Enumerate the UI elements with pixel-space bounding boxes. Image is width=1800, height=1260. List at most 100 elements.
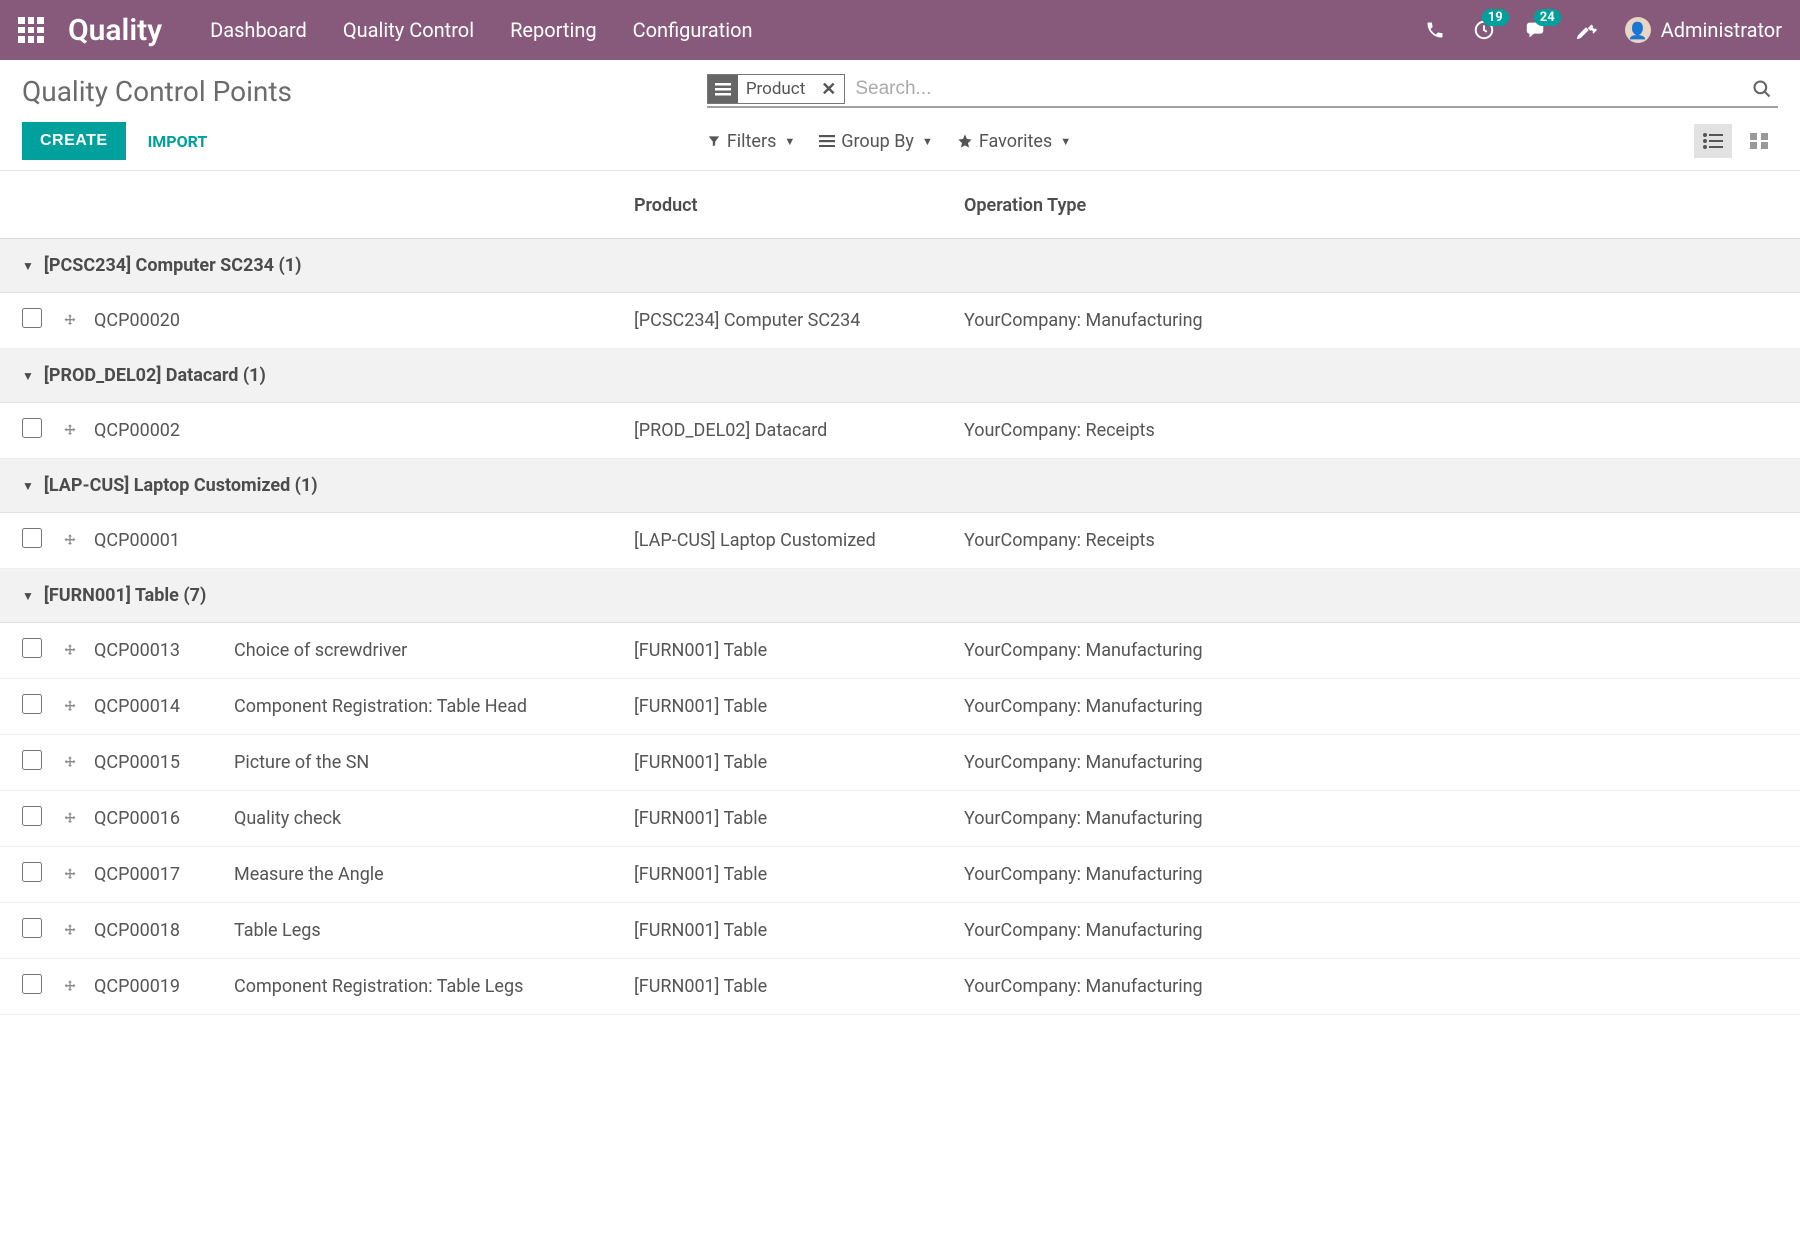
list-view: Product Operation Type ▼ [PCSC234] Comput…: [0, 171, 1800, 1015]
cell-product: [PROD_DEL02] Datacard: [634, 420, 964, 441]
import-button[interactable]: IMPORT: [148, 132, 208, 151]
activities-badge: 19: [1482, 9, 1509, 26]
caret-down-icon: ▼: [1060, 135, 1071, 148]
list-icon: [819, 135, 835, 147]
group-row[interactable]: ▼[FURN001] Table (7): [0, 569, 1800, 623]
control-panel: Quality Control Points Product ✕ CREATE …: [0, 60, 1800, 171]
apps-icon[interactable]: [18, 17, 44, 43]
search-input[interactable]: [845, 74, 1746, 104]
groupby-dropdown[interactable]: Group By ▼: [819, 131, 933, 152]
table-row[interactable]: QCP00020[PCSC234] Computer SC234YourComp…: [0, 293, 1800, 349]
table-row[interactable]: QCP00002[PROD_DEL02] DatacardYourCompany…: [0, 403, 1800, 459]
row-checkbox[interactable]: [22, 638, 42, 658]
table-row[interactable]: QCP00001[LAP-CUS] Laptop CustomizedYourC…: [0, 513, 1800, 569]
cell-product: [PCSC234] Computer SC234: [634, 310, 964, 331]
messages-icon[interactable]: 24: [1523, 19, 1547, 41]
col-header-operation[interactable]: Operation Type: [964, 195, 1778, 216]
caret-down-icon: ▼: [22, 479, 34, 493]
cell-product: [LAP-CUS] Laptop Customized: [634, 530, 964, 551]
cell-reference: QCP00016: [94, 808, 234, 829]
group-row[interactable]: ▼ [LAP-CUS] Laptop Customized (1): [0, 459, 1800, 513]
caret-down-icon: ▼: [922, 135, 933, 148]
caret-down-icon: ▼: [22, 259, 34, 273]
search-bar: Product ✕: [707, 74, 1778, 108]
nav-quality-control[interactable]: Quality Control: [343, 18, 474, 42]
row-checkbox[interactable]: [22, 418, 42, 438]
activities-icon[interactable]: 19: [1473, 19, 1495, 41]
facet-remove[interactable]: ✕: [813, 75, 844, 103]
drag-handle-icon[interactable]: [62, 923, 94, 939]
cell-operation: YourCompany: Manufacturing: [964, 752, 1778, 773]
table-row[interactable]: QCP00013Choice of screwdriver[FURN001] T…: [0, 623, 1800, 679]
drag-handle-icon[interactable]: [62, 533, 94, 549]
messages-badge: 24: [1534, 9, 1561, 26]
drag-handle-icon[interactable]: [62, 979, 94, 995]
cell-reference: QCP00014: [94, 696, 234, 717]
nav-dashboard[interactable]: Dashboard: [210, 18, 307, 42]
settings-icon[interactable]: [1575, 19, 1597, 41]
group-label: [LAP-CUS] Laptop Customized (1): [44, 475, 318, 496]
cell-product: [FURN001] Table: [634, 864, 964, 885]
table-row[interactable]: QCP00017Measure the Angle[FURN001] Table…: [0, 847, 1800, 903]
filters-dropdown[interactable]: Filters ▼: [707, 131, 795, 152]
caret-down-icon: ▼: [22, 369, 34, 383]
view-list-button[interactable]: [1694, 124, 1732, 158]
table-row[interactable]: QCP00018Table Legs[FURN001] TableYourCom…: [0, 903, 1800, 959]
drag-handle-icon[interactable]: [62, 867, 94, 883]
cell-title: Picture of the SN: [234, 752, 634, 773]
group-row[interactable]: ▼[PROD_DEL02] Datacard (1): [0, 349, 1800, 403]
row-checkbox[interactable]: [22, 750, 42, 770]
cell-operation: YourCompany: Manufacturing: [964, 696, 1778, 717]
col-header-product[interactable]: Product: [634, 195, 964, 216]
user-menu[interactable]: 👤 Administrator: [1625, 17, 1782, 43]
row-checkbox[interactable]: [22, 974, 42, 994]
cell-product: [FURN001] Table: [634, 640, 964, 661]
cell-reference: QCP00015: [94, 752, 234, 773]
cell-product: [FURN001] Table: [634, 696, 964, 717]
facet-label: Product: [738, 75, 813, 103]
phone-icon[interactable]: [1425, 20, 1445, 40]
cell-title: Component Registration: Table Legs: [234, 976, 634, 997]
cell-reference: QCP00020: [94, 310, 234, 331]
row-checkbox[interactable]: [22, 918, 42, 938]
drag-handle-icon[interactable]: [62, 755, 94, 771]
group-row[interactable]: ▼ [PCSC234] Computer SC234 (1): [0, 239, 1800, 293]
table-row[interactable]: QCP00016Quality check[FURN001] TableYour…: [0, 791, 1800, 847]
cell-title: Measure the Angle: [234, 864, 634, 885]
drag-handle-icon[interactable]: [62, 423, 94, 439]
cell-product: [FURN001] Table: [634, 920, 964, 941]
row-checkbox[interactable]: [22, 806, 42, 826]
cell-reference: QCP00019: [94, 976, 234, 997]
search-icon[interactable]: [1746, 79, 1778, 99]
nav-right: 19 24 👤 Administrator: [1425, 17, 1782, 43]
row-checkbox[interactable]: [22, 308, 42, 328]
drag-handle-icon[interactable]: [62, 811, 94, 827]
cell-reference: QCP00002: [94, 420, 234, 441]
nav-configuration[interactable]: Configuration: [633, 18, 753, 42]
cell-title: Choice of screwdriver: [234, 640, 634, 661]
table-row[interactable]: QCP00019Component Registration: Table Le…: [0, 959, 1800, 1015]
row-checkbox[interactable]: [22, 694, 42, 714]
create-button[interactable]: CREATE: [22, 122, 126, 160]
drag-handle-icon[interactable]: [62, 643, 94, 659]
table-row[interactable]: QCP00015Picture of the SN[FURN001] Table…: [0, 735, 1800, 791]
cell-title: Component Registration: Table Head: [234, 696, 634, 717]
row-checkbox[interactable]: [22, 528, 42, 548]
cell-reference: QCP00018: [94, 920, 234, 941]
favorites-dropdown[interactable]: Favorites ▼: [957, 131, 1071, 152]
view-kanban-button[interactable]: [1740, 124, 1778, 158]
caret-down-icon: ▼: [784, 135, 795, 148]
facet-groupby-icon: [708, 75, 738, 103]
table-row[interactable]: QCP00014Component Registration: Table He…: [0, 679, 1800, 735]
star-icon: [957, 133, 973, 149]
filter-icon: [707, 134, 721, 148]
drag-handle-icon[interactable]: [62, 313, 94, 329]
group-label: [PCSC234] Computer SC234 (1): [44, 255, 302, 276]
nav-reporting[interactable]: Reporting: [510, 18, 597, 42]
cell-operation: YourCompany: Manufacturing: [964, 640, 1778, 661]
cell-operation: YourCompany: Receipts: [964, 530, 1778, 551]
app-brand[interactable]: Quality: [68, 13, 162, 48]
row-checkbox[interactable]: [22, 862, 42, 882]
drag-handle-icon[interactable]: [62, 699, 94, 715]
navbar: Quality Dashboard Quality Control Report…: [0, 0, 1800, 60]
